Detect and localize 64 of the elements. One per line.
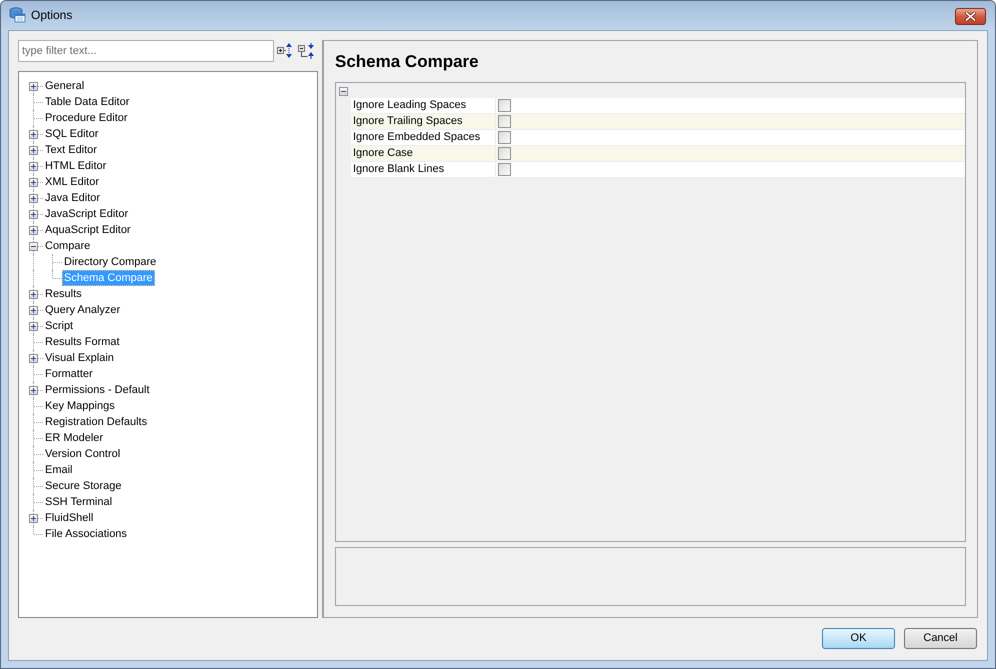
tree-item[interactable]: Results [43,286,84,302]
window-title: Options [31,7,72,24]
tree-item[interactable]: Secure Storage [43,478,124,494]
dialog-button[interactable]: OK [822,628,895,649]
checkbox[interactable] [498,147,511,160]
checkbox[interactable] [498,115,511,128]
tree-item[interactable]: SQL Editor [43,126,100,142]
tree-item[interactable]: Visual Explain [43,350,116,366]
tree-item[interactable]: Version Control [43,446,122,462]
property-label: Ignore Embedded Spaces [352,130,482,145]
tree-item[interactable]: General [43,78,86,94]
plus-box-icon[interactable] [29,130,38,139]
dialog-button[interactable]: Cancel [904,628,977,649]
tree-item[interactable]: SSH Terminal [43,494,114,510]
checkbox[interactable] [498,163,511,176]
close-icon [965,12,976,20]
property-label: Ignore Blank Lines [352,162,446,177]
filter-field[interactable]: type filter text... [18,40,274,62]
collapse-all-icon[interactable] [298,43,315,59]
plus-box-icon[interactable] [29,322,38,331]
tree-item[interactable]: Procedure Editor [43,110,130,126]
plus-box-icon[interactable] [29,354,38,363]
tree-item[interactable]: Email [43,462,75,478]
plus-box-icon[interactable] [29,178,38,187]
tree-item[interactable]: JavaScript Editor [43,206,130,222]
tree-item[interactable]: HTML Editor [43,158,108,174]
checkbox[interactable] [498,131,511,144]
tree-item[interactable]: XML Editor [43,174,102,190]
tree-item[interactable]: Text Editor [43,142,99,158]
plus-box-icon[interactable] [29,290,38,299]
tree-item[interactable]: File Associations [43,526,129,542]
tree-item[interactable]: Results Format [43,334,122,350]
tree-item[interactable]: Query Analyzer [43,302,122,318]
plus-box-icon[interactable] [29,82,38,91]
plus-box-icon[interactable] [29,194,38,203]
app-icon [9,7,26,23]
plus-box-icon[interactable] [29,514,38,523]
tree-item[interactable]: Compare [43,238,92,254]
tree-item[interactable]: Key Mappings [43,398,117,414]
property-label: Ignore Case [352,146,414,161]
tree-item[interactable]: AquaScript Editor [43,222,133,238]
plus-box-icon[interactable] [29,226,38,235]
minus-box-icon[interactable] [339,87,348,96]
tree-item[interactable]: FluidShell [43,510,96,526]
tree-item[interactable]: Table Data Editor [43,94,132,110]
plus-box-icon[interactable] [29,210,38,219]
tree-item[interactable]: Formatter [43,366,95,382]
close-button[interactable] [955,8,986,24]
tree-item[interactable]: Script [43,318,76,334]
plus-box-icon[interactable] [29,146,38,155]
tree-item[interactable]: Java Editor [43,190,102,206]
property-label: Ignore Trailing Spaces [352,114,464,129]
page-title: Schema Compare [335,51,480,73]
minus-box-icon[interactable] [29,242,38,251]
tree-item[interactable]: Permissions - Default [43,382,152,398]
plus-box-icon[interactable] [29,162,38,171]
expand-all-icon[interactable] [277,43,293,59]
property-label: Ignore Leading Spaces [352,98,468,113]
tree-item[interactable]: ER Modeler [43,430,106,446]
tree-item[interactable]: Registration Defaults [43,414,150,430]
plus-box-icon[interactable] [29,306,38,315]
plus-box-icon[interactable] [29,386,38,395]
tree-item[interactable]: Directory Compare [62,254,158,270]
checkbox[interactable] [498,99,511,112]
